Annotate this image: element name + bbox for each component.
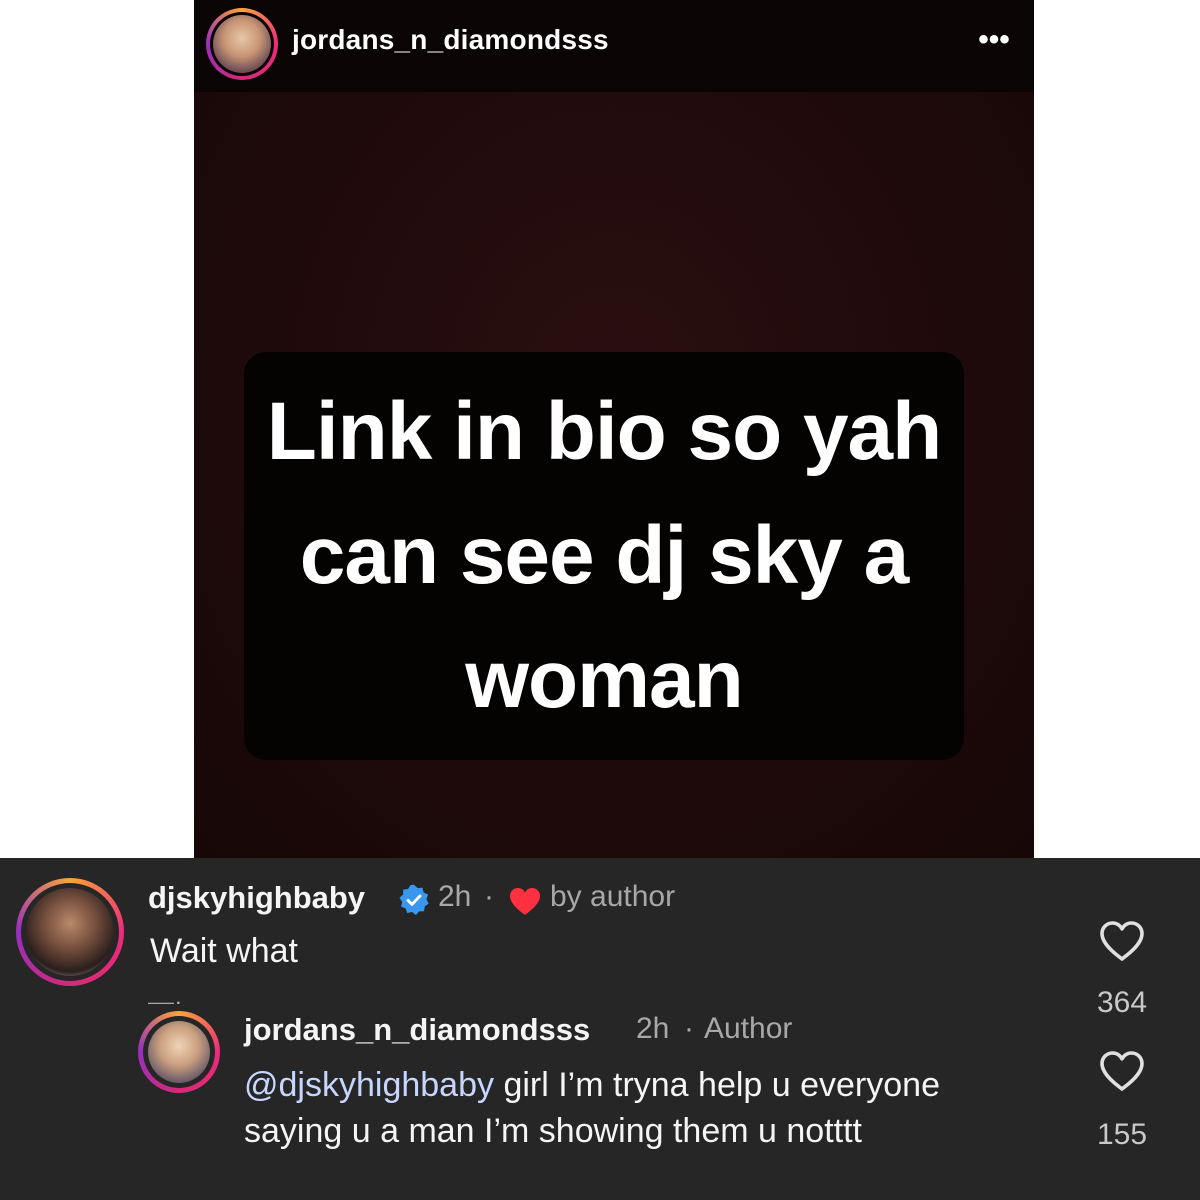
like-heart-icon[interactable] [1099, 920, 1145, 962]
avatar-image [148, 1021, 210, 1083]
story-text: Link in bio so yah can see dj sky a woma… [266, 386, 943, 725]
story-card[interactable]: jordans_n_diamondsss ••• Link in bio so … [194, 0, 1034, 858]
heart-filled-icon [510, 888, 540, 915]
verified-badge-icon [399, 884, 429, 915]
story-author-avatar[interactable] [206, 8, 278, 80]
comment-time: 2h [636, 1012, 670, 1045]
mention-link[interactable]: @djskyhighbaby [244, 1066, 494, 1104]
meta-separator: · [684, 1012, 694, 1045]
story-text-box: Link in bio so yah can see dj sky a woma… [244, 352, 964, 760]
comment-time: 2h [438, 880, 472, 913]
comment-username[interactable]: jordans_n_diamondsss [244, 1012, 590, 1048]
liked-by-author-label: by author [550, 880, 676, 913]
author-label: Author [704, 1012, 793, 1045]
comments-section: djskyhighbaby 2h · by author Wait what —… [0, 858, 1200, 1200]
like-count: 155 [1096, 1118, 1148, 1151]
comment-username[interactable]: djskyhighbaby [148, 880, 365, 916]
comment-text: @djskyhighbaby girl I’m tryna help u eve… [244, 1062, 1044, 1154]
avatar-image [213, 15, 271, 73]
comment-avatar-jordans-n-diamondsss[interactable] [138, 1011, 220, 1093]
reply-button[interactable]: —·— [148, 998, 208, 1004]
comment-text: Wait what [150, 932, 299, 970]
meta-separator: · [484, 880, 494, 913]
like-heart-icon[interactable] [1099, 1050, 1145, 1092]
comment-avatar-djskyhighbaby[interactable] [16, 878, 124, 986]
story-header: jordans_n_diamondsss ••• [194, 0, 1034, 92]
avatar-image [26, 888, 114, 976]
more-options-icon[interactable]: ••• [974, 22, 1014, 62]
story-author-username[interactable]: jordans_n_diamondsss [292, 24, 609, 56]
like-count: 364 [1096, 986, 1148, 1019]
